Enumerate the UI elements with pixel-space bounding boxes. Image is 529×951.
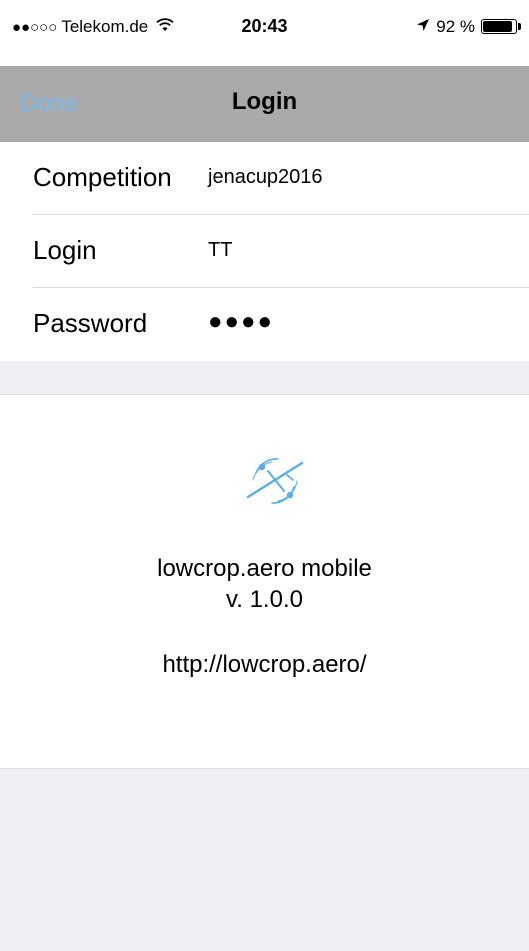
login-field[interactable]: TT	[208, 239, 508, 262]
page-title: Login	[231, 88, 298, 115]
login-row[interactable]: Login TT	[0, 215, 529, 288]
app-name: lowcrop.aero mobile	[157, 555, 372, 582]
login-label: Login	[33, 235, 97, 265]
competition-label: Competition	[33, 162, 172, 192]
password-field[interactable]: ●●●●	[208, 308, 508, 336]
navigation-bar: Done Login	[0, 66, 529, 142]
location-arrow-icon	[416, 18, 430, 36]
status-bar: ●●○○○ Telekom.de 20:43 92 %	[0, 0, 529, 66]
app-version: v. 1.0.0	[226, 586, 303, 613]
glider-logo-icon	[242, 453, 308, 509]
login-form: Competition jenacup2016 Login TT Passwor…	[0, 142, 529, 361]
battery-icon	[481, 18, 521, 36]
battery-fill	[483, 20, 512, 32]
battery-body	[481, 18, 517, 34]
password-row[interactable]: Password ●●●●	[0, 288, 529, 361]
battery-percentage: 92 %	[436, 17, 475, 36]
competition-row[interactable]: Competition jenacup2016	[0, 142, 529, 215]
screen: ●●○○○ Telekom.de 20:43 92 % Done Login C…	[0, 0, 529, 951]
status-right: 92 %	[416, 17, 521, 37]
battery-cap	[518, 22, 521, 30]
website-link[interactable]: http://lowcrop.aero/	[0, 651, 529, 679]
competition-field[interactable]: jenacup2016	[208, 166, 508, 189]
about-section: lowcrop.aero mobile v. 1.0.0 http://lowc…	[0, 394, 529, 769]
password-label: Password	[33, 308, 148, 338]
